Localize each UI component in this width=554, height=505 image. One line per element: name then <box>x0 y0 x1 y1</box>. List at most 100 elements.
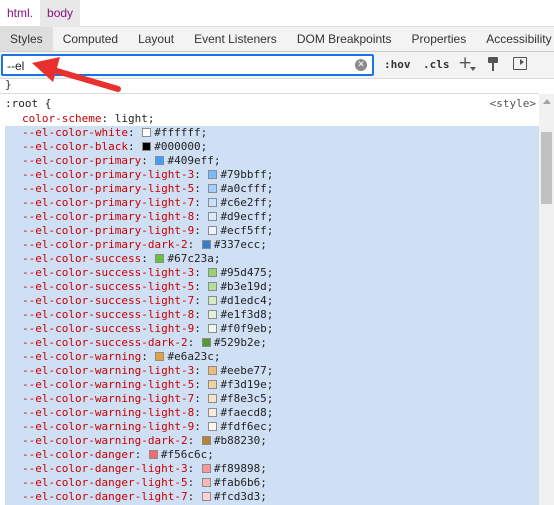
property-name[interactable]: --el-color-success-light-8 <box>22 308 194 321</box>
property-value[interactable]: #95d475 <box>220 266 266 279</box>
color-swatch[interactable] <box>201 436 211 445</box>
color-swatch[interactable] <box>208 198 218 207</box>
color-swatch[interactable] <box>208 380 218 389</box>
property-name[interactable]: --el-color-primary-dark-2 <box>22 238 188 251</box>
color-swatch[interactable] <box>142 142 152 151</box>
declaration-row[interactable]: --el-color-danger-light-5: #fab6b6; <box>22 476 267 490</box>
property-name[interactable]: --el-color-primary-light-8 <box>22 210 194 223</box>
declaration-row[interactable]: --el-color-primary-light-8: #d9ecff; <box>22 210 273 224</box>
tab-styles[interactable]: Styles <box>0 27 53 51</box>
color-swatch[interactable] <box>208 212 218 221</box>
property-value[interactable]: #a0cfff <box>220 182 266 195</box>
color-swatch[interactable] <box>208 226 218 235</box>
property-name[interactable]: --el-color-success-light-9 <box>22 322 194 335</box>
property-value[interactable]: #000000 <box>154 140 200 153</box>
property-value[interactable]: #409eff <box>167 154 213 167</box>
property-name[interactable]: --el-color-danger-light-3 <box>22 462 188 475</box>
rule-selector[interactable]: :root { <box>5 97 51 110</box>
declaration-row[interactable]: --el-color-primary-light-5: #a0cfff; <box>22 182 273 196</box>
property-value[interactable]: #ffffff <box>154 126 200 139</box>
property-name[interactable]: --el-color-primary-light-9 <box>22 224 194 237</box>
property-name[interactable]: --el-color-primary-light-3 <box>22 168 194 181</box>
tab-dom-breakpoints[interactable]: DOM Breakpoints <box>287 27 402 51</box>
color-swatch[interactable] <box>208 366 218 375</box>
declaration-row[interactable]: --el-color-success-light-8: #e1f3d8; <box>22 308 273 322</box>
tab-event-listeners[interactable]: Event Listeners <box>184 27 287 51</box>
property-value[interactable]: #e1f3d8 <box>220 308 266 321</box>
declaration-row[interactable]: --el-color-danger-light-3: #f89898; <box>22 462 267 476</box>
tab-properties[interactable]: Properties <box>402 27 477 51</box>
property-value[interactable]: #b88230 <box>214 434 260 447</box>
property-value[interactable]: #f56c6c <box>161 448 207 461</box>
declaration-row[interactable]: --el-color-success-light-9: #f0f9eb; <box>22 322 273 336</box>
property-name[interactable]: --el-color-warning-light-5 <box>22 378 194 391</box>
declaration-row[interactable]: --el-color-success-light-5: #b3e19d; <box>22 280 273 294</box>
color-swatch[interactable] <box>208 282 218 291</box>
property-value[interactable]: #eebe77 <box>220 364 266 377</box>
color-swatch[interactable] <box>155 254 165 263</box>
declaration-row[interactable]: --el-color-warning-light-8: #faecd8; <box>22 406 273 420</box>
declaration-row[interactable]: --el-color-primary-light-9: #ecf5ff; <box>22 224 273 238</box>
color-swatch[interactable] <box>208 324 218 333</box>
declaration-row[interactable]: --el-color-black: #000000; <box>22 140 207 154</box>
color-swatch[interactable] <box>208 408 218 417</box>
declaration-row[interactable]: --el-color-warning-light-3: #eebe77; <box>22 364 273 378</box>
property-value[interactable]: #79bbff <box>220 168 266 181</box>
scroll-up-icon[interactable] <box>543 99 551 104</box>
property-value[interactable]: #529b2e <box>214 336 260 349</box>
declaration-row[interactable]: --el-color-danger: #f56c6c; <box>22 448 214 462</box>
color-swatch[interactable] <box>201 240 211 249</box>
hover-state-toggle[interactable]: :hov <box>384 58 411 71</box>
property-name[interactable]: --el-color-black <box>22 140 128 153</box>
property-name[interactable]: --el-color-success-light-3 <box>22 266 194 279</box>
declaration-row[interactable]: --el-color-primary-light-3: #79bbff; <box>22 168 273 182</box>
chevron-down-icon[interactable] <box>470 67 476 71</box>
tab-layout[interactable]: Layout <box>128 27 184 51</box>
property-name[interactable]: --el-color-warning-light-9 <box>22 420 194 433</box>
property-value[interactable]: #fdf6ec <box>220 420 266 433</box>
declaration-row[interactable]: --el-color-success-light-3: #95d475; <box>22 266 273 280</box>
property-name[interactable]: --el-color-primary-light-7 <box>22 196 194 209</box>
color-swatch[interactable] <box>155 156 165 165</box>
breadcrumb-html[interactable]: html. <box>0 0 40 27</box>
declaration-color-scheme[interactable]: color-scheme: light; <box>22 112 154 126</box>
declaration-row[interactable]: --el-color-white: #ffffff; <box>22 126 207 140</box>
declaration-row[interactable]: --el-color-danger-light-7: #fcd3d3; <box>22 490 267 504</box>
property-name[interactable]: --el-color-primary <box>22 154 141 167</box>
color-swatch[interactable] <box>208 394 218 403</box>
property-value[interactable]: #fab6b6 <box>214 476 260 489</box>
property-value[interactable]: #faecd8 <box>220 406 266 419</box>
property-name[interactable]: --el-color-danger <box>22 448 135 461</box>
property-name[interactable]: --el-color-success <box>22 252 141 265</box>
color-swatch[interactable] <box>208 296 218 305</box>
color-swatch[interactable] <box>208 422 218 431</box>
scrollbar[interactable] <box>539 94 554 505</box>
color-swatch[interactable] <box>201 464 211 473</box>
color-swatch[interactable] <box>155 352 165 361</box>
property-name[interactable]: --el-color-warning-light-3 <box>22 364 194 377</box>
color-swatch[interactable] <box>142 128 152 137</box>
property-value[interactable]: light <box>115 112 148 125</box>
property-name[interactable]: --el-color-success-dark-2 <box>22 336 188 349</box>
declaration-row[interactable]: --el-color-primary-dark-2: #337ecc; <box>22 238 267 252</box>
property-name[interactable]: --el-color-white <box>22 126 128 139</box>
property-name[interactable]: --el-color-warning-light-8 <box>22 406 194 419</box>
declaration-row[interactable]: --el-color-success-dark-2: #529b2e; <box>22 336 267 350</box>
property-value[interactable]: #f3d19e <box>220 378 266 391</box>
color-swatch[interactable] <box>201 338 211 347</box>
rule-origin-link[interactable]: <style> <box>490 97 536 110</box>
property-value[interactable]: #e6a23c <box>167 350 213 363</box>
property-value[interactable]: #f89898 <box>214 462 260 475</box>
color-swatch[interactable] <box>208 310 218 319</box>
property-value[interactable]: #c6e2ff <box>220 196 266 209</box>
declaration-row[interactable]: --el-color-warning-light-7: #f8e3c5; <box>22 392 273 406</box>
declaration-row[interactable]: --el-color-success-light-7: #d1edc4; <box>22 294 273 308</box>
property-value[interactable]: #f0f9eb <box>220 322 266 335</box>
class-toggle[interactable]: .cls <box>423 58 450 71</box>
property-value[interactable]: #67c23a <box>167 252 213 265</box>
color-swatch[interactable] <box>148 450 158 459</box>
clear-icon[interactable]: ✕ <box>355 59 367 71</box>
property-name[interactable]: --el-color-danger-light-5 <box>22 476 188 489</box>
property-value[interactable]: #b3e19d <box>220 280 266 293</box>
property-name[interactable]: --el-color-danger-light-7 <box>22 490 188 503</box>
